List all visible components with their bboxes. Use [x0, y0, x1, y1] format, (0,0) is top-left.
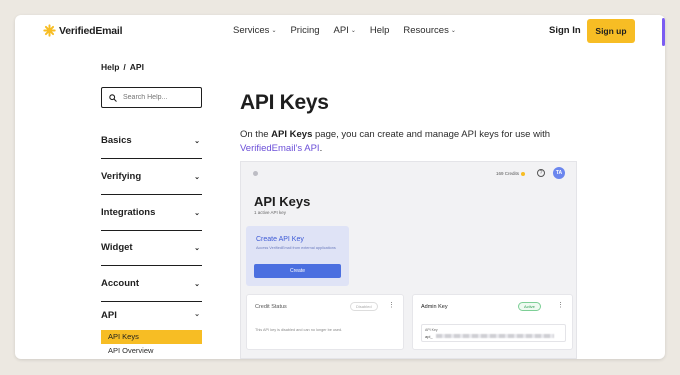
page-frame: VerifiedEmail Services ⌄ Pricing API ⌄ H…	[15, 15, 665, 359]
status-badge: Active	[518, 302, 541, 311]
sidebar-section-label: Account	[101, 278, 139, 289]
page-title: API Keys	[240, 91, 329, 114]
sidebar-section-widget[interactable]: Widget ⌄	[101, 230, 202, 266]
nav-api[interactable]: API ⌄	[334, 25, 356, 36]
sign-up-button[interactable]: Sign up	[587, 19, 635, 43]
breadcrumb: Help / API	[101, 62, 144, 72]
screenshot-subtitle: 1 active API key	[254, 210, 287, 215]
credit-status-title: Credit Status	[255, 304, 287, 310]
top-nav: VerifiedEmail Services ⌄ Pricing API ⌄ H…	[15, 15, 665, 47]
nav-help[interactable]: Help	[370, 25, 390, 36]
chevron-down-icon: ⌄	[194, 209, 200, 217]
sidebar-section-integrations[interactable]: Integrations ⌄	[101, 195, 202, 231]
status-badge: Disabled	[350, 302, 378, 311]
breadcrumb-api[interactable]: API	[130, 62, 144, 72]
chevron-down-icon: ⌄	[194, 244, 200, 252]
nav-links: Services ⌄ Pricing API ⌄ Help Resources …	[233, 25, 470, 36]
credits-indicator: 169 Credits	[496, 171, 526, 176]
nav-help-label: Help	[369, 25, 390, 36]
chevron-down-icon: ⌄	[194, 173, 200, 181]
api-keys-screenshot: 169 Credits ? TA API Keys 1 active API k…	[240, 161, 577, 359]
credit-coin-icon	[521, 171, 526, 176]
brand-name: VerifiedEmail	[59, 24, 123, 37]
search-box[interactable]	[101, 87, 202, 108]
chevron-down-icon: ⌄	[194, 137, 200, 145]
avatar: TA	[553, 167, 565, 179]
nav-api-label: API	[333, 25, 349, 36]
create-card-title: Create API Key	[256, 236, 304, 243]
api-doc-link[interactable]: VerifiedEmail’s API	[240, 143, 320, 154]
admin-key-card: Admin Key Active ⋮ API Key api_	[412, 294, 573, 350]
sidebar-section-verifying[interactable]: Verifying ⌄	[101, 159, 202, 195]
search-icon	[109, 93, 117, 102]
asterisk-logo-icon	[43, 24, 56, 37]
intro-bold: API Keys	[271, 129, 313, 140]
sidebar-section-basics[interactable]: Basics ⌄	[101, 123, 202, 159]
chevron-down-icon: ⌄	[350, 28, 356, 34]
api-key-prefix: api_	[425, 334, 433, 339]
sidebar-section-label: API	[101, 310, 117, 321]
sidebar-section-label: Verifying	[101, 171, 142, 182]
screenshot-title: API Keys	[254, 194, 311, 209]
chevron-down-icon: ⌄	[450, 28, 456, 34]
nav-resources-label: Resources	[403, 25, 449, 36]
app-menu-icon	[253, 171, 258, 176]
nav-services[interactable]: Services ⌄	[233, 25, 276, 36]
nav-pricing[interactable]: Pricing	[290, 25, 319, 36]
sidebar-section-label: Widget	[101, 242, 133, 253]
more-vertical-icon: ⋮	[557, 302, 564, 309]
api-key-redacted	[436, 334, 554, 338]
sidebar-item-api-overview[interactable]: API Overview	[108, 346, 153, 355]
intro-paragraph: On the API Keys page, you can create and…	[240, 128, 585, 156]
sidebar-section-label: Integrations	[101, 207, 156, 218]
help-circle-icon: ?	[537, 169, 545, 177]
sidebar-section-account[interactable]: Account ⌄	[101, 266, 202, 302]
intro-text: page, you can create and manage API keys…	[312, 129, 551, 140]
admin-key-title: Admin Key	[421, 304, 448, 310]
more-vertical-icon: ⋮	[388, 302, 395, 309]
credits-label: 169 Credits	[496, 171, 520, 176]
api-key-label: API Key	[425, 328, 438, 332]
credit-status-card: Credit Status Disabled ⋮ This API key is…	[246, 294, 404, 350]
sign-in-link[interactable]: Sign In	[549, 25, 581, 36]
chevron-down-icon: ⌄	[271, 28, 277, 34]
sidebar-section-label: Basics	[101, 135, 132, 146]
api-key-field: API Key api_	[421, 324, 566, 342]
credit-status-note: This API key is disabled and can no long…	[255, 328, 343, 332]
nav-pricing-label: Pricing	[290, 25, 320, 36]
chevron-down-icon: ⌄	[194, 280, 200, 288]
create-button: Create	[254, 264, 341, 278]
search-input[interactable]	[123, 94, 193, 101]
brand-logo[interactable]: VerifiedEmail	[43, 24, 123, 37]
nav-services-label: Services	[233, 25, 270, 36]
chevron-down-icon: ⌄	[194, 311, 200, 318]
breadcrumb-separator: /	[123, 62, 126, 72]
intro-text: On the	[240, 129, 272, 140]
create-api-key-card: Create API Key Access VerifiedEmail from…	[246, 226, 349, 286]
sidebar-item-api-keys[interactable]: API Keys	[101, 330, 202, 344]
nav-resources[interactable]: Resources ⌄	[403, 25, 455, 36]
breadcrumb-help[interactable]: Help	[101, 62, 119, 72]
intro-text: .	[319, 143, 323, 154]
create-card-description: Access VerifiedEmail from external appli…	[256, 246, 336, 250]
sidebar-section-api[interactable]: API ⌄	[101, 310, 202, 321]
